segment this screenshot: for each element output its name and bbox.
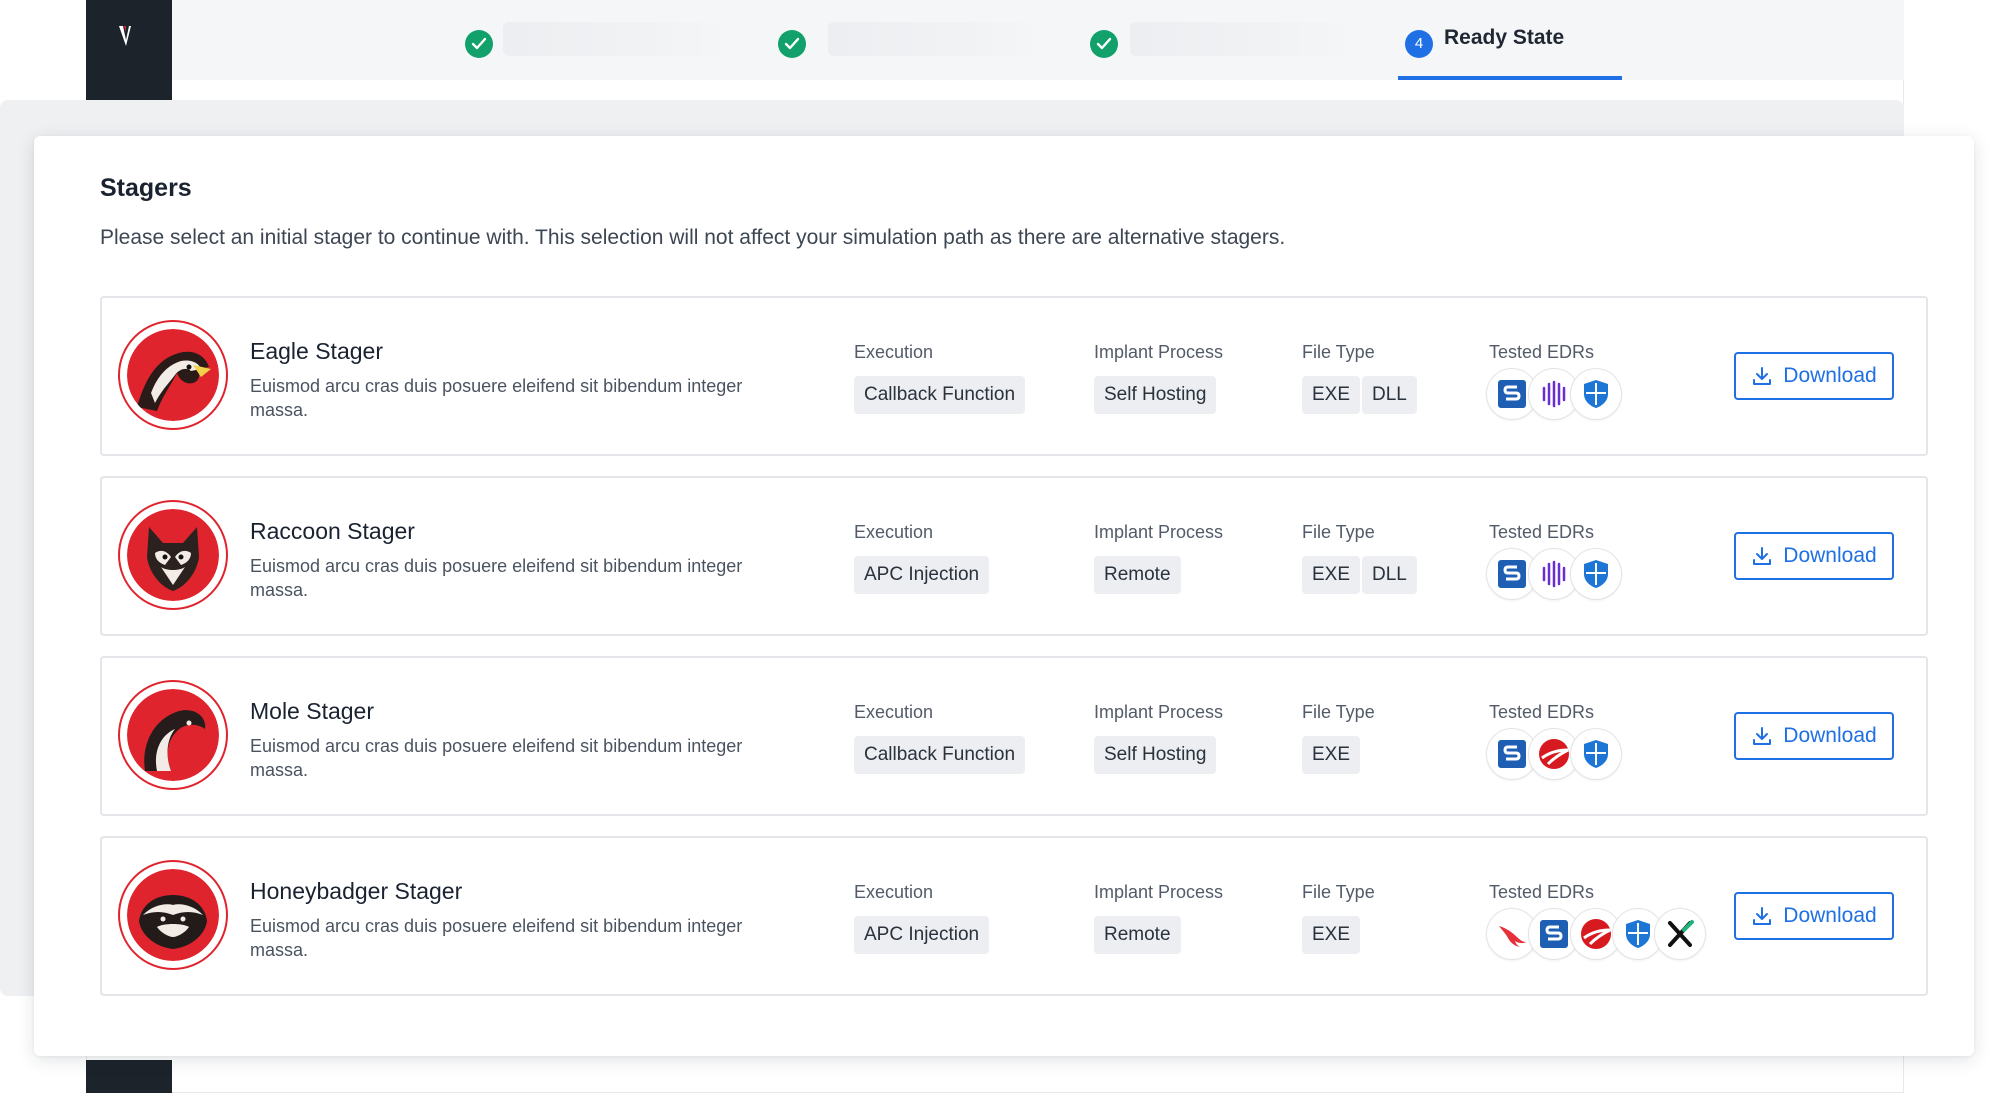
logo-icon — [119, 26, 131, 46]
mole-icon — [127, 689, 219, 781]
execution-label: Execution — [854, 882, 934, 902]
filetype-tag: DLL — [1362, 376, 1417, 414]
execution-tag: APC Injection — [854, 556, 990, 594]
download-button[interactable]: Download — [1734, 532, 1894, 580]
edrs-label: Tested EDRs — [1489, 342, 1595, 362]
filetype-tag: DLL — [1362, 556, 1417, 594]
stager-description: Euismod arcu cras duis posuere eleifend … — [250, 376, 743, 420]
download-icon — [1753, 907, 1772, 925]
implant-label: Implant Process — [1094, 342, 1224, 362]
step-4-label[interactable]: Ready State — [1444, 26, 1564, 50]
avatar — [118, 500, 228, 610]
filetype-tag: EXE — [1302, 376, 1361, 414]
defender-icon — [1570, 548, 1622, 600]
filetype-tag: EXE — [1302, 916, 1361, 954]
raccoon-icon — [127, 509, 219, 601]
edrs-label: Tested EDRs — [1489, 702, 1595, 722]
stager-row[interactable]: Raccoon Stager Euismod arcu cras duis po… — [100, 476, 1928, 636]
stager-description: Euismod arcu cras duis posuere eleifend … — [250, 916, 743, 960]
stager-row[interactable]: Eagle Stager Euismod arcu cras duis posu… — [100, 296, 1928, 456]
defender-icon — [1570, 728, 1622, 780]
stager-description: Euismod arcu cras duis posuere eleifend … — [250, 556, 743, 600]
step-1-label-placeholder — [503, 22, 733, 56]
cortex-xdr-icon — [1654, 908, 1706, 960]
implant-label: Implant Process — [1094, 882, 1224, 902]
filetype-tag: EXE — [1302, 556, 1361, 594]
step-2-label-placeholder — [828, 22, 1048, 56]
stager-name: Eagle Stager — [250, 338, 383, 364]
implant-tag: Self Hosting — [1094, 376, 1217, 414]
defender-icon — [1570, 368, 1622, 420]
execution-tag: Callback Function — [854, 376, 1026, 414]
avatar — [118, 320, 228, 430]
download-label: Download — [1783, 364, 1877, 387]
section-title: Stagers — [100, 174, 192, 202]
eagle-icon — [127, 329, 219, 421]
execution-label: Execution — [854, 702, 934, 722]
execution-label: Execution — [854, 342, 934, 362]
avatar — [118, 860, 228, 970]
download-icon — [1753, 727, 1772, 745]
implant-tag: Self Hosting — [1094, 736, 1217, 774]
filetype-label: File Type — [1302, 702, 1375, 722]
implant-tag: Remote — [1094, 556, 1181, 594]
active-step-indicator — [1398, 76, 1622, 80]
implant-tag: Remote — [1094, 916, 1181, 954]
download-label: Download — [1783, 724, 1877, 747]
stager-name: Mole Stager — [250, 698, 375, 724]
step-3-complete-icon[interactable] — [1090, 30, 1118, 58]
filetype-label: File Type — [1302, 342, 1375, 362]
avatar — [118, 680, 228, 790]
edrs-label: Tested EDRs — [1489, 882, 1595, 902]
step-1-complete-icon[interactable] — [465, 30, 493, 58]
execution-tag: APC Injection — [854, 916, 990, 954]
download-label: Download — [1783, 904, 1877, 927]
execution-label: Execution — [854, 522, 934, 542]
sidebar-bottom — [86, 1060, 172, 1093]
download-icon — [1753, 547, 1772, 565]
filetype-label: File Type — [1302, 882, 1375, 902]
download-button[interactable]: Download — [1734, 352, 1894, 400]
implant-label: Implant Process — [1094, 522, 1224, 542]
stager-description: Euismod arcu cras duis posuere eleifend … — [250, 736, 743, 780]
download-button[interactable]: Download — [1734, 712, 1894, 760]
stagers-card: Stagers Please select an initial stager … — [34, 136, 1974, 1056]
download-icon — [1753, 367, 1772, 385]
step-2-complete-icon[interactable] — [778, 30, 806, 58]
sidebar-top — [86, 0, 172, 100]
section-description: Please select an initial stager to conti… — [100, 226, 1286, 249]
filetype-tag: EXE — [1302, 736, 1361, 774]
stager-name: Raccoon Stager — [250, 518, 415, 544]
stager-name: Honeybadger Stager — [250, 878, 463, 904]
edrs-label: Tested EDRs — [1489, 522, 1595, 542]
download-label: Download — [1783, 544, 1877, 567]
stager-row[interactable]: Honeybadger Stager Euismod arcu cras dui… — [100, 836, 1928, 996]
stager-row[interactable]: Mole Stager Euismod arcu cras duis posue… — [100, 656, 1928, 816]
filetype-label: File Type — [1302, 522, 1375, 542]
download-button[interactable]: Download — [1734, 892, 1894, 940]
honeybadger-icon — [127, 869, 219, 961]
execution-tag: Callback Function — [854, 736, 1026, 774]
step-4-number[interactable]: 4 — [1405, 30, 1433, 58]
implant-label: Implant Process — [1094, 702, 1224, 722]
step-3-label-placeholder — [1130, 22, 1360, 56]
